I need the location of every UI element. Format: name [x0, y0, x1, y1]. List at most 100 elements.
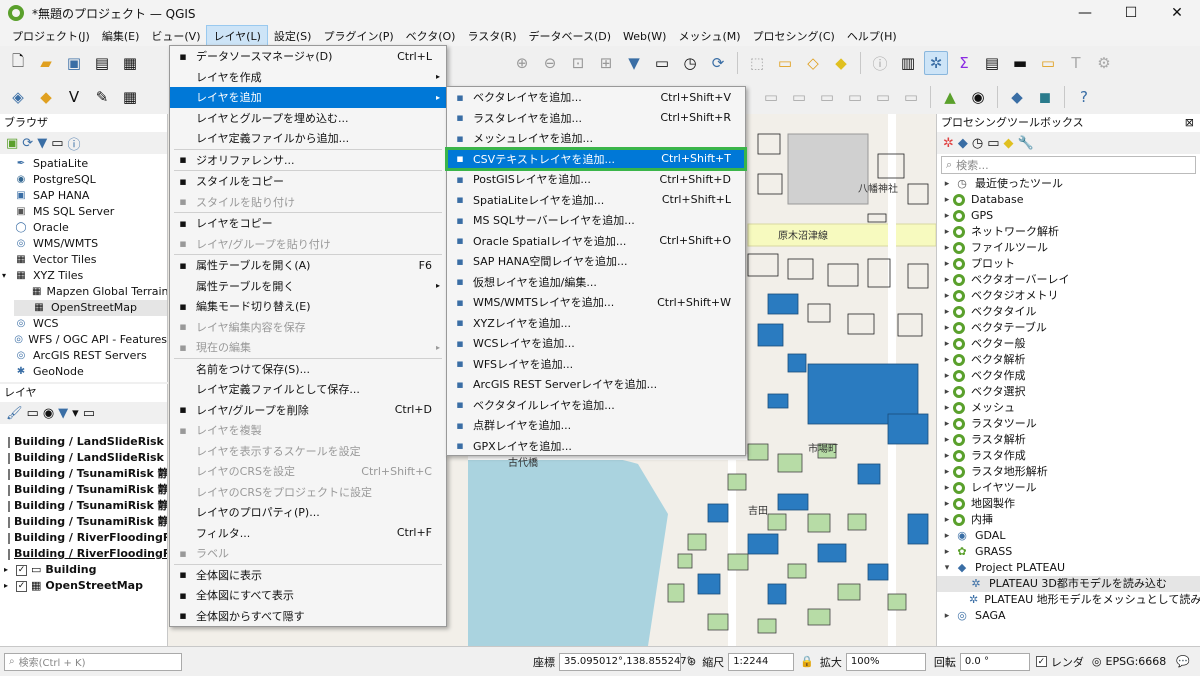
chevron-right-icon[interactable]: ▸ [941, 384, 953, 400]
layer-menu-item[interactable]: ▪ レイヤ/グループを貼り付け [170, 234, 446, 255]
new-project-icon[interactable]: 🗋 [6, 51, 30, 75]
pen-icon[interactable]: ✎ [90, 85, 114, 109]
chevron-right-icon[interactable]: ▸ [941, 448, 953, 464]
data-source-manager-icon[interactable]: ◈ [6, 85, 30, 109]
layer-menu-item[interactable]: ▪ 編集モード切り替え(E) [170, 296, 446, 317]
toolbox-item[interactable]: ▸ ベクタジオメトリ [937, 288, 1200, 304]
browser-item-xyz-tiles[interactable]: ▾ ▦ XYZ Tiles [2, 268, 167, 284]
layer-menu-item[interactable]: フィルタ... Ctrl+F [170, 523, 446, 544]
toolbox-item[interactable]: ▸ ベクタ解析 [937, 352, 1200, 368]
toolbox-item[interactable]: ▸ ラスタ作成 [937, 448, 1200, 464]
attribute-table-icon[interactable]: ▥ [896, 51, 920, 75]
statistics-icon[interactable]: Σ [952, 51, 976, 75]
add-layer-menu-item[interactable]: ▪ GPXレイヤを追加... [447, 436, 745, 457]
temporal-icon[interactable]: ◷ [678, 51, 702, 75]
refresh-icon[interactable]: ⟳ [706, 51, 730, 75]
zoom-selection-icon[interactable]: ⊖ [538, 51, 562, 75]
python-icon[interactable]: ◆ [958, 136, 968, 151]
render-checkbox[interactable]: ✓ [1035, 656, 1047, 667]
edit-in-place-icon[interactable]: ◆ [1004, 136, 1014, 151]
add-layer-menu-item[interactable]: ▪ WFSレイヤを追加... [447, 354, 745, 375]
expand-icon[interactable]: ▾ [72, 406, 79, 421]
results-icon[interactable]: ▭ [987, 136, 999, 151]
menu-vector[interactable]: ベクタ(O) [400, 26, 462, 46]
chevron-right-icon[interactable]: ▸ [941, 416, 953, 432]
browser-item-mapzen[interactable]: ▦ Mapzen Global Terrain [14, 284, 167, 300]
layer-menu-item[interactable]: レイヤを作成 ▸ [170, 67, 446, 88]
processing-toolbox-icon[interactable]: ✲ [924, 51, 948, 75]
select-by-value-icon[interactable]: ▭ [773, 51, 797, 75]
plateau-icon[interactable]: ▲ [938, 85, 962, 109]
history-icon[interactable]: ◷ [972, 136, 983, 151]
add-layer-menu-item[interactable]: ▪ SAP HANA空間レイヤを追加... [447, 251, 745, 272]
annotation-icon[interactable]: T [1064, 51, 1088, 75]
menu-processing[interactable]: プロセシング(C) [747, 26, 841, 46]
rotation-field[interactable]: 0.0 ° [959, 652, 1030, 671]
layer-row[interactable]: Building / LandSlideRisk 土 [0, 450, 167, 466]
chevron-right-icon[interactable]: ▸ [941, 288, 953, 304]
toolbox-item[interactable]: ▸ ✿ GRASS [937, 544, 1200, 560]
layer-menu-item[interactable]: ▪ 属性テーブルを開く(A) F6 [170, 255, 446, 276]
menu-edit[interactable]: 編集(E) [96, 26, 146, 46]
lock-icon[interactable]: 🔒 [800, 655, 814, 668]
browser-item-wfs[interactable]: ◎ WFS / OGC API - Features [14, 332, 167, 348]
refresh-icon[interactable]: ⟳ [22, 136, 33, 151]
menu-plugins[interactable]: プラグイン(P) [317, 26, 399, 46]
georeferencer-icon[interactable]: ◉ [966, 85, 990, 109]
toolbox-item[interactable]: ▸ ラスタ解析 [937, 432, 1200, 448]
layer-menu-item[interactable]: レイヤとグループを埋め込む... [170, 108, 446, 129]
add-selected-icon[interactable]: ▣ [6, 136, 18, 151]
layer-row[interactable]: Building / LandSlideRisk 急 [0, 434, 167, 450]
locator-search-input[interactable]: ⌕ 検索(Ctrl + K) [4, 652, 182, 671]
add-group-icon[interactable]: ▭ [27, 406, 39, 421]
chevron-right-icon[interactable]: ▸ [941, 368, 953, 384]
collapse-icon[interactable]: ▭ [51, 136, 63, 151]
save-project-icon[interactable]: ▣ [62, 51, 86, 75]
layer-menu-item[interactable]: ▪ レイヤ/グループを削除 Ctrl+D [170, 400, 446, 421]
digitize-icon[interactable]: V [62, 85, 86, 109]
layer-menu-item[interactable]: ▪ データソースマネージャ(D) Ctrl+L [170, 46, 446, 67]
toolbox-item[interactable]: ✲ PLATEAU 3D都市モデルを読み込む [937, 576, 1200, 592]
layer-menu-item[interactable]: ▪ 全体図に表示 [170, 565, 446, 586]
layer-row[interactable]: Building / TsunamiRisk 静岡 [0, 514, 167, 530]
layer-menu-item[interactable]: ▪ スタイルをコピー [170, 171, 446, 192]
chevron-right-icon[interactable]: ▸ [941, 432, 953, 448]
add-layer-menu-item[interactable]: ▪ ベクタレイヤを追加... Ctrl+Shift+V [447, 87, 745, 108]
toolbox-item[interactable]: ▸ Database [937, 192, 1200, 208]
menu-settings[interactable]: 設定(S) [268, 26, 318, 46]
toolbox-item[interactable]: ✲ PLATEAU 地形モデルをメッシュとして読み込む [937, 592, 1200, 608]
add-layer-menu-item[interactable]: ▪ CSVテキストレイヤを追加... Ctrl+Shift+T [445, 146, 747, 171]
chevron-right-icon[interactable]: ▸ [941, 224, 953, 240]
chevron-right-icon[interactable]: ▸ [941, 208, 953, 224]
minimize-button[interactable]: — [1062, 0, 1108, 26]
info-icon[interactable]: ⓘ [68, 134, 81, 153]
toolbox-item[interactable]: ▸ ◷ 最近使ったツール [937, 176, 1200, 192]
toolbox-item[interactable]: ▸ ベクタ選択 [937, 384, 1200, 400]
layer-checkbox[interactable]: ✓ [16, 580, 27, 592]
browser-item-mssql[interactable]: ▣ MS SQL Server [14, 204, 167, 220]
chevron-right-icon[interactable]: ▸ [941, 320, 953, 336]
chevron-right-icon[interactable]: ▸ [941, 336, 953, 352]
chevron-right-icon[interactable]: ▸ [941, 256, 953, 272]
python-console-icon[interactable]: ◆ [1005, 85, 1029, 109]
magnifier-field[interactable]: 100% [845, 652, 926, 671]
layer-row[interactable]: Building / RiverFloodingRis [0, 530, 167, 546]
layer-row[interactable]: Building / TsunamiRisk 静岡 [0, 498, 167, 514]
help-icon[interactable]: ? [1072, 85, 1096, 109]
layer-menu-item[interactable]: ▪ 全体図からすべて隠す [170, 606, 446, 627]
layer-row[interactable]: Building / RiverFloodingRis [0, 546, 167, 562]
menu-raster[interactable]: ラスタ(R) [461, 26, 522, 46]
toolbox-item[interactable]: ▸ プロット [937, 256, 1200, 272]
menu-mesh[interactable]: メッシュ(M) [672, 26, 746, 46]
add-layer-menu-item[interactable]: ▪ ArcGIS REST Serverレイヤを追加... [447, 374, 745, 395]
chevron-right-icon[interactable]: ▸ [941, 176, 953, 192]
scale-field[interactable]: 1:2244 [728, 652, 795, 671]
add-layer-menu-item[interactable]: ▪ XYZレイヤを追加... [447, 313, 745, 334]
chevron-right-icon[interactable]: ▸ [941, 352, 953, 368]
layer-menu-item[interactable]: レイヤのCRSをプロジェクトに設定 [170, 482, 446, 503]
layer-menu-item[interactable]: レイヤを表示するスケールを設定 [170, 441, 446, 462]
chevron-right-icon[interactable]: ▸ [941, 464, 953, 480]
move-selection-icon[interactable]: ◆ [829, 51, 853, 75]
new-geopackage-icon[interactable]: ◆ [34, 85, 58, 109]
measure-icon[interactable]: ▬ [1008, 51, 1032, 75]
